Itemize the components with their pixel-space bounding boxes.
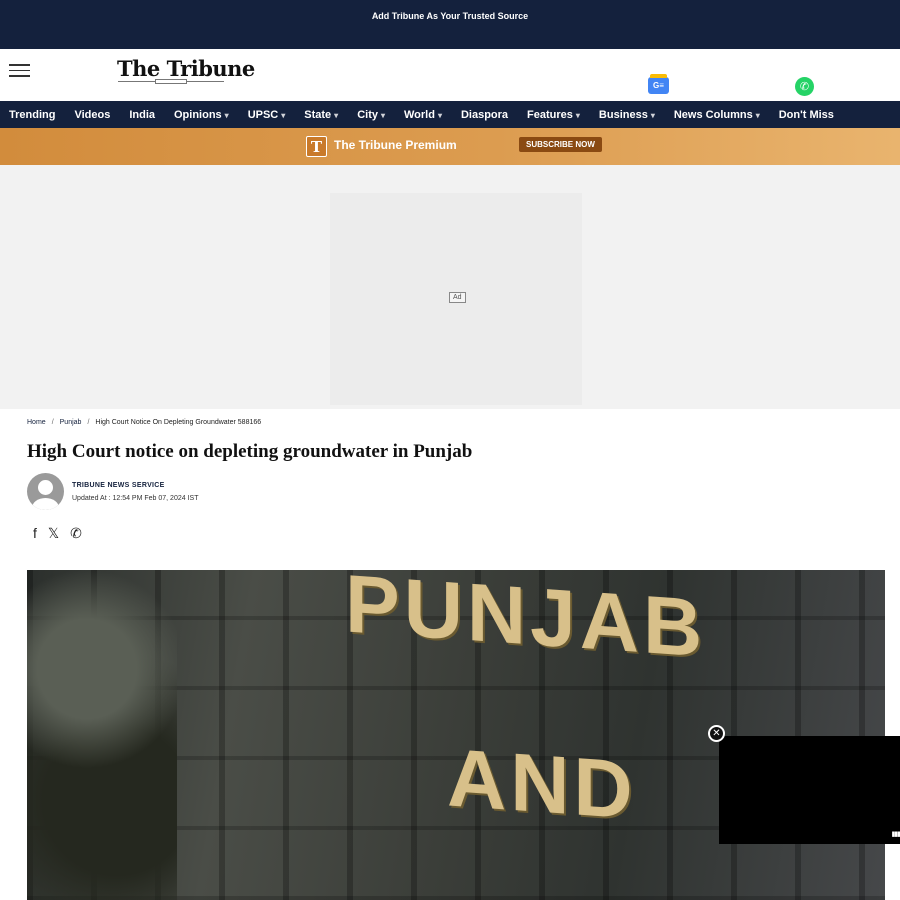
nav-item-india[interactable]: India [129, 109, 155, 121]
nav-item-label: UPSC [247, 108, 279, 121]
premium-logo-icon: T [306, 136, 327, 157]
hero-foliage [27, 570, 177, 900]
breadcrumb-home[interactable]: Home [27, 419, 46, 426]
nav-item-state[interactable]: State ▾ [304, 109, 338, 121]
premium-title[interactable]: The Tribune Premium [334, 138, 457, 152]
nav-item-label: Business [598, 108, 648, 121]
premium-banner[interactable]: T The Tribune Premium SUBSCRIBE NOW [0, 128, 900, 165]
nav-item-news-columns[interactable]: News Columns ▾ [674, 109, 760, 121]
menu-icon[interactable] [9, 64, 30, 77]
whatsapp-icon[interactable]: ✆ [795, 77, 814, 96]
nav-item-label: Diaspora [460, 108, 509, 121]
chevron-down-icon: ▾ [437, 110, 442, 120]
chevron-down-icon: ▾ [755, 110, 760, 120]
breadcrumb-separator: / [51, 419, 54, 426]
whatsapp-share-icon[interactable]: ✆ [70, 525, 82, 541]
chevron-down-icon: ▾ [575, 110, 580, 120]
breadcrumb-punjab[interactable]: Punjab [60, 419, 82, 426]
logo-underline [118, 79, 224, 87]
facebook-icon[interactable]: f [33, 525, 37, 541]
nav-item-videos[interactable]: Videos [74, 109, 110, 121]
chevron-down-icon: ▾ [224, 110, 229, 120]
trusted-source-bar[interactable]: Add Tribune As Your Trusted Source [0, 0, 900, 49]
main-nav: Trending Videos India Opinions ▾ UPSC ▾ State ▾ C… [0, 101, 900, 128]
nav-item-world[interactable]: World ▾ [404, 109, 442, 121]
chevron-down-icon: ▾ [334, 110, 339, 120]
nav-item-upsc[interactable]: UPSC ▾ [248, 109, 286, 121]
nav-item-label: Don't Miss [778, 108, 834, 121]
author-name[interactable]: TRIBUNE NEWS SERVICE [72, 482, 165, 489]
hero-image: PUNJAB AND [27, 570, 885, 900]
ad-label: Ad [449, 292, 466, 303]
x-icon[interactable]: 𝕏 [48, 525, 59, 541]
nav-item-trending[interactable]: Trending [9, 109, 55, 121]
floating-video-player[interactable]: ▮▮▮ [719, 736, 900, 844]
chevron-down-icon: ▾ [650, 110, 655, 120]
breadcrumb-separator: / [87, 419, 90, 426]
nav-item-business[interactable]: Business ▾ [599, 109, 655, 121]
nav-item-label: News Columns [673, 108, 753, 121]
google-news-icon[interactable]: G≡ [648, 74, 669, 94]
nav-item-label: India [129, 108, 155, 121]
subscribe-button[interactable]: SUBSCRIBE NOW [519, 137, 602, 152]
breadcrumb-current: High Court Notice On Depleting Groundwat… [95, 419, 262, 426]
author-avatar [27, 473, 64, 510]
chevron-down-icon: ▾ [281, 110, 286, 120]
breadcrumb: Home / Punjab / High Court Notice On Depleti… [27, 419, 261, 426]
nav-item-label: Opinions [174, 108, 222, 121]
trusted-source-text[interactable]: Add Tribune As Your Trusted Source [372, 11, 528, 21]
nav-item-opinions[interactable]: Opinions ▾ [174, 109, 229, 121]
nav-item-city[interactable]: City ▾ [357, 109, 385, 121]
site-header: The Tribune [0, 49, 900, 101]
nav-item-label: City [357, 108, 378, 121]
nav-item-features[interactable]: Features ▾ [527, 109, 580, 121]
site-logo[interactable]: The Tribune [117, 56, 255, 81]
article-headline: High Court notice on depleting groundwat… [27, 441, 473, 462]
hero-sign-line2: AND [447, 732, 637, 837]
nav-item-label: Videos [74, 108, 111, 121]
chevron-down-icon: ▾ [380, 110, 385, 120]
nav-item-diaspora[interactable]: Diaspora [461, 109, 508, 121]
nav-item-label: Trending [9, 108, 56, 121]
ad-container: Ad [0, 165, 900, 409]
close-video-icon[interactable]: ✕ [708, 725, 725, 742]
video-volume-icon[interactable]: ▮▮▮ [891, 830, 900, 838]
nav-item-label: State [304, 108, 332, 121]
nav-item-label: Features [527, 108, 573, 121]
nav-item-don-t-miss[interactable]: Don't Miss [779, 109, 834, 121]
nav-item-label: World [403, 108, 435, 121]
share-bar: f 𝕏 ✆ [33, 525, 82, 541]
updated-timestamp: Updated At : 12:54 PM Feb 07, 2024 IST [72, 495, 199, 502]
